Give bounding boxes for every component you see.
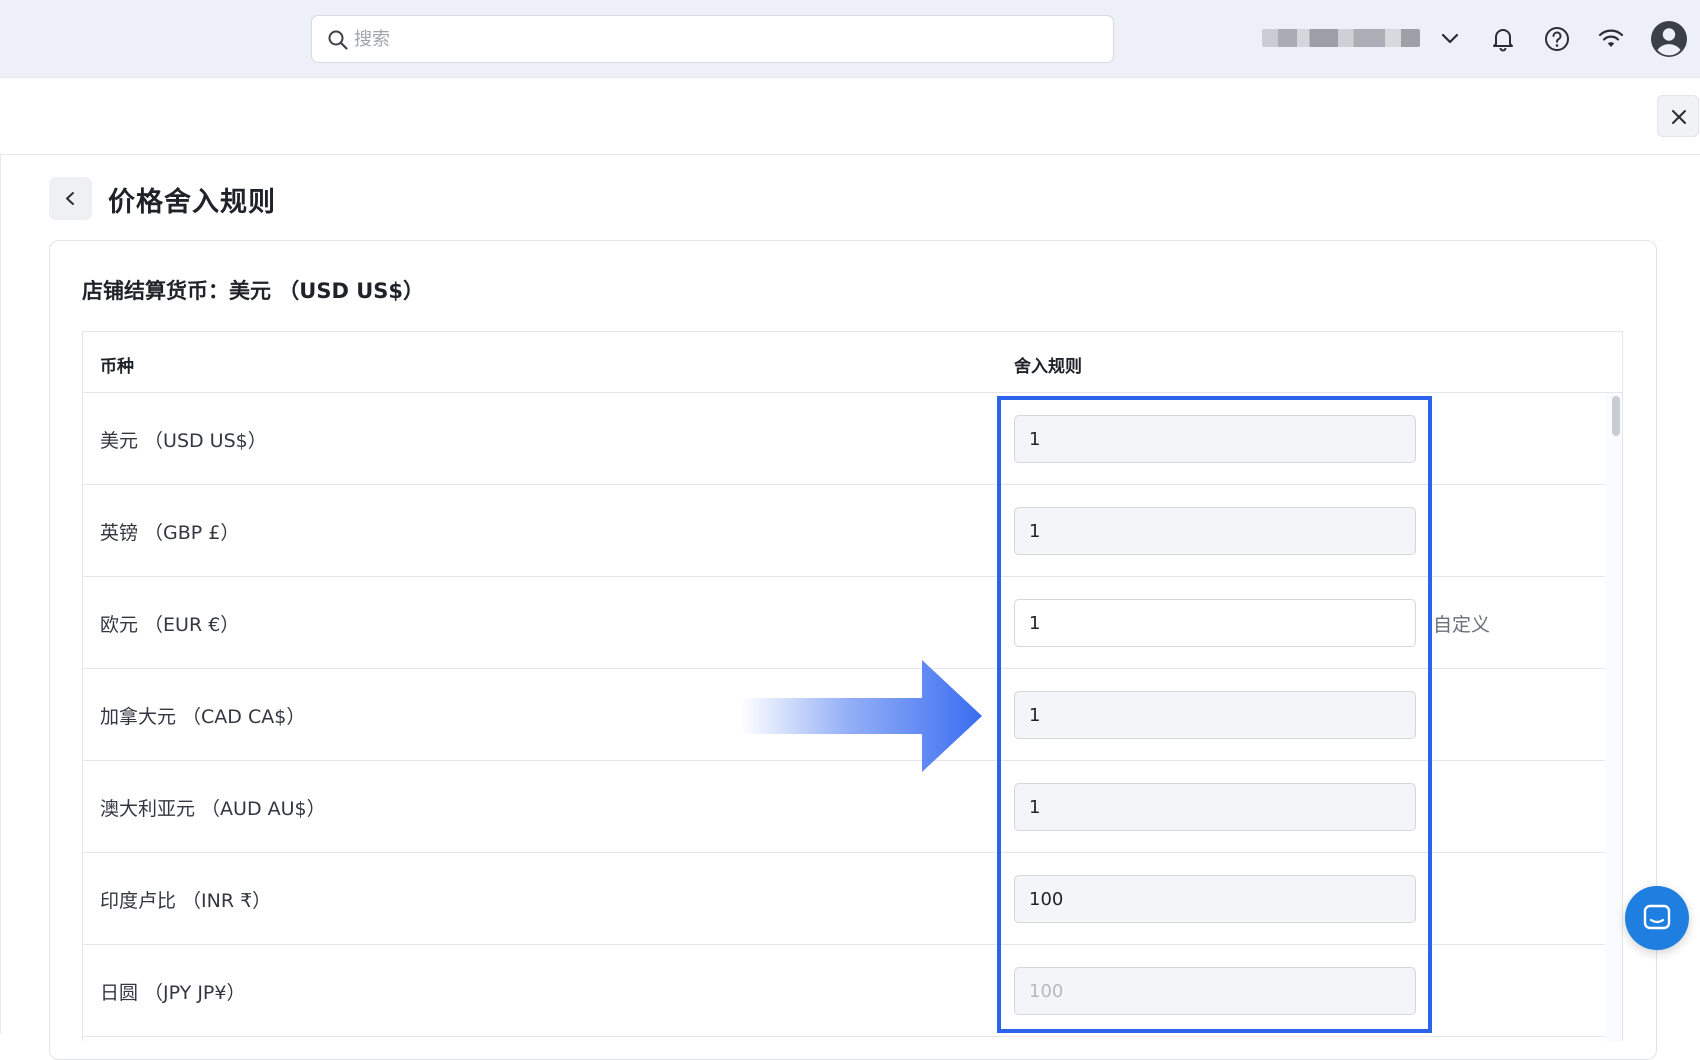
help-icon[interactable] <box>1540 22 1574 56</box>
rounding-rule-input[interactable] <box>1014 691 1416 739</box>
table-row: 日圆 （JPY JP¥） <box>83 945 1605 1037</box>
header-currency: 币种 <box>100 357 134 377</box>
bell-icon[interactable] <box>1486 22 1520 56</box>
chat-icon <box>1643 904 1671 930</box>
chat-support-button[interactable] <box>1625 886 1689 950</box>
store-name-blurred[interactable] <box>1262 29 1420 47</box>
table-row: 加拿大元 （CAD CA$） <box>83 669 1605 761</box>
table-row: 印度卢比 （INR ₹） <box>83 853 1605 945</box>
chevron-down-icon[interactable] <box>1433 22 1467 56</box>
chevron-left-icon <box>66 192 74 205</box>
scrollbar-thumb[interactable] <box>1612 396 1620 436</box>
table-row: 英镑 （GBP £） <box>83 485 1605 577</box>
custom-option-link[interactable]: 自定义 <box>1433 610 1490 637</box>
rounding-rule-input[interactable] <box>1014 599 1416 647</box>
close-icon <box>1672 110 1686 124</box>
user-avatar-icon[interactable] <box>1649 19 1689 59</box>
wifi-icon[interactable] <box>1594 22 1628 56</box>
table-row: 欧元 （EUR €） 自定义 <box>83 577 1605 669</box>
top-bar <box>0 0 1700 78</box>
table-header: 币种 舍入规则 <box>83 332 1622 393</box>
back-button[interactable] <box>49 177 92 220</box>
currency-name: 日圆 （JPY JP¥） <box>100 982 246 1004</box>
close-button[interactable] <box>1657 95 1699 137</box>
currency-rounding-table: 币种 舍入规则 美元 （USD US$） 英镑 （GBP £） 欧元 （EUR … <box>82 331 1623 1041</box>
rounding-rule-input[interactable] <box>1014 783 1416 831</box>
settlement-currency-label: 店铺结算货币：美元 （USD US$） <box>82 279 425 303</box>
panel-left-border <box>0 155 1 1034</box>
table-row: 美元 （USD US$） <box>83 393 1605 485</box>
header-divider <box>0 154 1700 155</box>
search-input[interactable] <box>354 22 1094 56</box>
scrollbar-track[interactable] <box>1605 393 1622 1041</box>
currency-name: 英镑 （GBP £） <box>100 522 240 544</box>
rounding-rule-input[interactable] <box>1014 967 1416 1015</box>
search-icon <box>327 29 349 51</box>
header-rounding-rule: 舍入规则 <box>1014 357 1082 377</box>
rounding-rule-input[interactable] <box>1014 507 1416 555</box>
currency-name: 美元 （USD US$） <box>100 430 267 452</box>
currency-name: 印度卢比 （INR ₹） <box>100 890 272 912</box>
rounding-rule-input[interactable] <box>1014 875 1416 923</box>
search-box[interactable] <box>311 15 1114 63</box>
page-title: 价格舍入规则 <box>108 187 276 218</box>
currency-name: 加拿大元 （CAD CA$） <box>100 706 306 728</box>
rounding-rule-input[interactable] <box>1014 415 1416 463</box>
table-row: 澳大利亚元 （AUD AU$） <box>83 761 1605 853</box>
currency-name: 澳大利亚元 （AUD AU$） <box>100 798 326 820</box>
currency-name: 欧元 （EUR €） <box>100 614 240 636</box>
